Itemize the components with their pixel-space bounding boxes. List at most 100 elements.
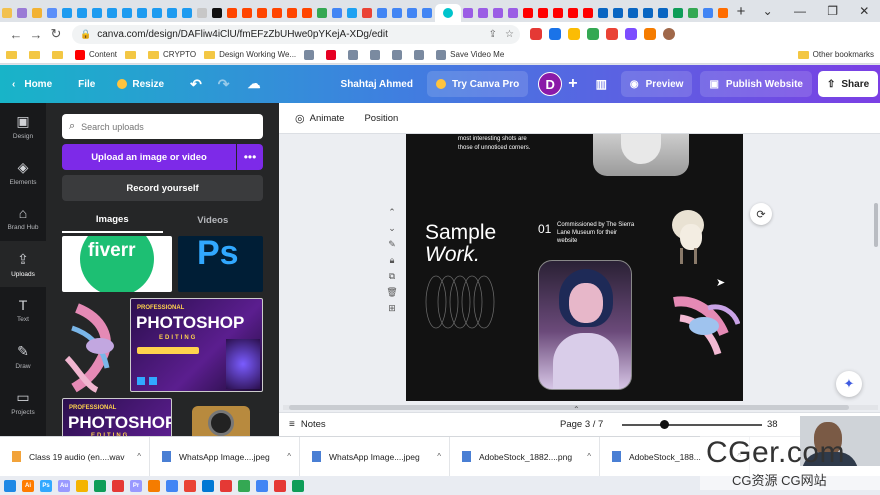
download-item[interactable]: WhatsApp Image....jpeg ^: [150, 436, 300, 477]
canvas-top-text[interactable]: most interesting shots are those of unno…: [458, 135, 540, 153]
close-icon[interactable]: ✕: [859, 4, 869, 18]
download-item[interactable]: Class 19 audio (en....wav ^: [0, 436, 150, 477]
browser-tab[interactable]: [75, 4, 90, 22]
horizontal-scrollbar[interactable]: [289, 405, 849, 410]
taskbar-app-icon[interactable]: [256, 479, 268, 492]
maximize-icon[interactable]: ❐: [827, 4, 838, 18]
taskbar-app-icon[interactable]: [292, 479, 304, 492]
search-uploads[interactable]: ⌕: [62, 114, 263, 139]
portrait-frame[interactable]: [538, 260, 632, 390]
extension-icon[interactable]: [644, 28, 656, 40]
browser-tab[interactable]: [270, 4, 285, 22]
move-up-icon[interactable]: ⌃: [388, 207, 396, 218]
search-input[interactable]: [81, 121, 252, 132]
resize-button[interactable]: Resize: [105, 65, 174, 103]
cloud-save-icon[interactable]: ☁: [238, 65, 271, 103]
number-label[interactable]: 01: [538, 222, 551, 236]
browser-tab[interactable]: [90, 4, 105, 22]
try-canva-pro-button[interactable]: Try Canva Pro: [426, 71, 529, 97]
user-avatar[interactable]: D: [538, 72, 563, 96]
extension-icon[interactable]: [549, 28, 561, 40]
browser-tab[interactable]: [285, 4, 300, 22]
forward-icon[interactable]: →: [26, 27, 46, 42]
bookmark-item[interactable]: CRYPTO: [148, 50, 196, 59]
share-button[interactable]: ⇧ Share: [817, 71, 879, 97]
rail-item-brand-hub[interactable]: ⌂ Brand Hub: [0, 195, 46, 241]
preview-button[interactable]: ◉ Preview: [620, 71, 693, 97]
browser-tab[interactable]: [375, 4, 390, 22]
page-indicator[interactable]: Page 3 / 7: [560, 419, 603, 430]
extension-icon[interactable]: [606, 28, 618, 40]
browser-tab[interactable]: [240, 4, 255, 22]
undo-icon[interactable]: ↶: [174, 65, 210, 103]
browser-tab[interactable]: [330, 4, 345, 22]
sheep-image[interactable]: [668, 206, 708, 266]
taskbar-app-icon[interactable]: [112, 479, 124, 492]
commissioned-text[interactable]: Commissioned by The Sierra Lane Museum f…: [557, 221, 635, 245]
top-photo[interactable]: [593, 134, 689, 176]
other-bookmarks[interactable]: Other bookmarks: [797, 50, 874, 59]
upload-thumb-photoshop-editing[interactable]: PROFESSIONAL PHOTOSHOP EDITING: [130, 298, 263, 392]
browser-tab[interactable]: [670, 4, 685, 22]
chevron-up-icon[interactable]: ^: [587, 452, 591, 461]
record-yourself-button[interactable]: Record yourself: [62, 175, 263, 201]
bookmark-item[interactable]: [125, 50, 140, 59]
download-item[interactable]: AdobeStock_1882....png ^: [450, 436, 600, 477]
bookmark-item[interactable]: [304, 49, 318, 60]
bookmark-item[interactable]: [29, 50, 44, 59]
bookmark-item[interactable]: [326, 49, 340, 60]
browser-tab[interactable]: [195, 4, 210, 22]
redo-icon[interactable]: ↷: [210, 65, 238, 103]
rail-item-elements[interactable]: ◈ Elements: [0, 149, 46, 195]
taskbar-app-icon[interactable]: Ps: [40, 479, 52, 492]
lock-icon[interactable]: 🔒︎: [390, 255, 395, 266]
browser-tab[interactable]: [180, 4, 195, 22]
upload-thumb-fiverr[interactable]: fiverr: [62, 236, 172, 292]
taskbar-app-icon[interactable]: Ai: [22, 479, 34, 492]
extension-icon[interactable]: [587, 28, 599, 40]
browser-tab[interactable]: [150, 4, 165, 22]
browser-tab[interactable]: [565, 4, 580, 22]
chevron-up-icon[interactable]: ^: [137, 452, 141, 461]
bookmark-item[interactable]: [414, 49, 428, 60]
browser-tab[interactable]: [225, 4, 240, 22]
notes-icon[interactable]: ✎: [388, 239, 396, 250]
browser-tab[interactable]: [0, 4, 15, 22]
taskbar-app-icon[interactable]: [202, 479, 214, 492]
url-field[interactable]: 🔒 canva.com/design/DAFliw4iClU/fmEFzZbUH…: [72, 24, 520, 44]
browser-tab[interactable]: [685, 4, 700, 22]
bookmark-item[interactable]: Design Working We...: [204, 50, 296, 59]
home-button[interactable]: ‹ Home: [0, 65, 62, 103]
position-button[interactable]: Position: [356, 106, 406, 130]
bookmark-item[interactable]: [370, 49, 384, 60]
upload-thumb-photoshop-editing-2[interactable]: PROFESSIONAL PHOTOSHOP EDITING: [62, 398, 172, 436]
browser-tab[interactable]: [715, 4, 730, 22]
browser-tab[interactable]: [300, 4, 315, 22]
bookmark-item[interactable]: [52, 50, 67, 59]
tab-search-icon[interactable]: ⌄: [763, 4, 773, 18]
taskbar-app-icon[interactable]: [238, 479, 250, 492]
duplicate-icon[interactable]: ⧉: [389, 271, 395, 282]
browser-tab[interactable]: [476, 4, 491, 22]
file-menu[interactable]: File: [62, 65, 105, 103]
rail-item-draw[interactable]: ✎ Draw: [0, 333, 46, 379]
reload-icon[interactable]: ↻: [46, 26, 66, 42]
animate-button[interactable]: ◎ Animate: [287, 106, 352, 130]
browser-tab[interactable]: [30, 4, 45, 22]
new-tab-button[interactable]: +: [730, 3, 752, 20]
minimize-icon[interactable]: —: [794, 4, 806, 18]
browser-tab[interactable]: [120, 4, 135, 22]
insights-icon[interactable]: ▥: [588, 65, 615, 103]
taskbar-app-icon[interactable]: [184, 479, 196, 492]
browser-tab[interactable]: [345, 4, 360, 22]
taskbar-app-icon[interactable]: [4, 479, 16, 492]
zoom-slider-track[interactable]: [622, 424, 762, 426]
browser-tab[interactable]: [420, 4, 435, 22]
design-canvas[interactable]: most interesting shots are those of unno…: [406, 134, 743, 401]
browser-tab[interactable]: [595, 4, 610, 22]
browser-tab[interactable]: [461, 4, 476, 22]
browser-tab[interactable]: [105, 4, 120, 22]
more-options-icon[interactable]: •••: [237, 144, 263, 170]
browser-tab[interactable]: [550, 4, 565, 22]
upload-thumb-camera[interactable]: [178, 398, 263, 436]
